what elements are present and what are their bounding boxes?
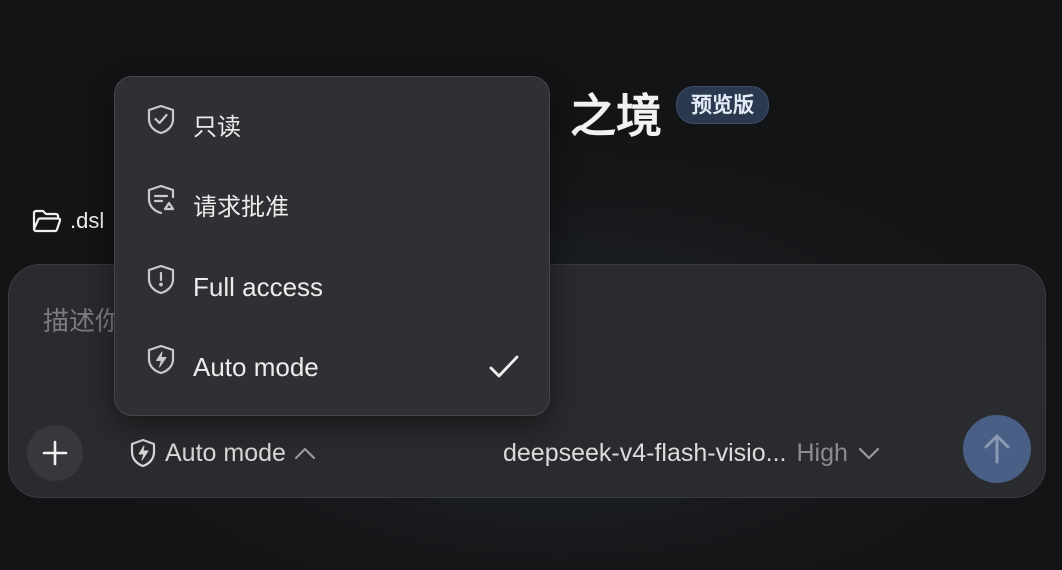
plus-icon — [42, 440, 68, 466]
menu-item-auto-mode[interactable]: Auto mode — [115, 327, 549, 407]
preview-badge: 预览版 — [676, 86, 769, 124]
workspace-label: .dsl — [70, 208, 105, 233]
send-button[interactable] — [963, 415, 1031, 483]
menu-item-full-access[interactable]: Full access — [115, 247, 549, 327]
shield-list-icon — [145, 183, 177, 215]
workspace-folder[interactable]: .dsl — [32, 204, 104, 238]
checkmark-icon — [487, 351, 521, 383]
add-attachment-button[interactable] — [27, 425, 83, 481]
menu-item-label: 请求批准 — [193, 193, 289, 221]
shield-check-icon — [145, 103, 177, 135]
permission-mode-button[interactable]: Auto mode — [129, 435, 316, 471]
permission-mode-label: Auto mode — [165, 438, 286, 467]
prompt-input-placeholder[interactable]: 描述你 — [43, 301, 121, 338]
menu-item-label: Full access — [193, 272, 324, 302]
menu-item-label: Auto mode — [193, 352, 319, 382]
model-name: deepseek-v4-flash-visio... — [503, 438, 787, 467]
effort-level: High — [796, 438, 848, 467]
folder-icon — [32, 208, 62, 234]
model-selector[interactable]: deepseek-v4-flash-visio... High — [503, 435, 880, 471]
chevron-up-icon — [294, 446, 316, 460]
permission-mode-menu: 只读 请求批准 Full access Auto mode — [114, 76, 550, 416]
chevron-down-icon — [858, 446, 880, 460]
shield-alert-icon — [145, 263, 177, 295]
shield-bolt-icon — [129, 438, 157, 468]
shield-bolt-icon — [145, 343, 177, 375]
arrow-up-icon — [982, 433, 1012, 465]
menu-item-request-approval[interactable]: 请求批准 — [115, 167, 549, 247]
app-stage: 之境 预览版 .dsl 描述你 Auto mode deepseek-v4-fl… — [0, 0, 1062, 570]
menu-item-label: 只读 — [193, 113, 241, 141]
menu-item-read-only[interactable]: 只读 — [115, 87, 549, 167]
